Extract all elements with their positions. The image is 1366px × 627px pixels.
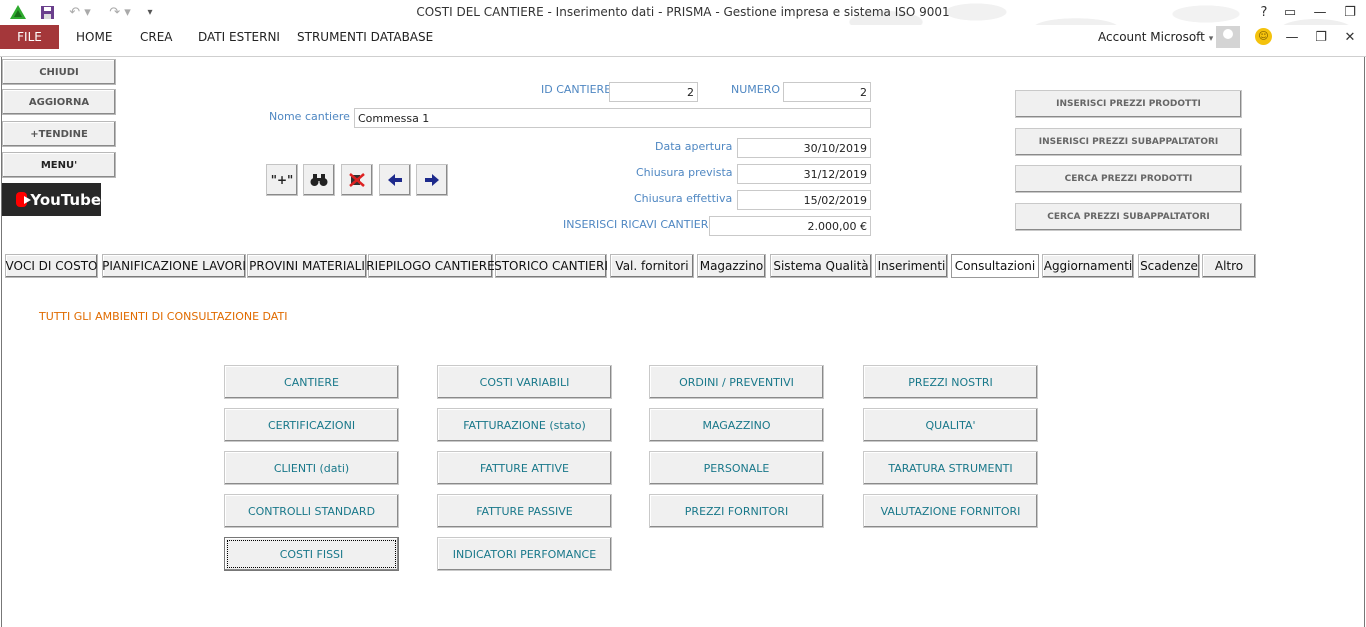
youtube-button[interactable]: YouTube [2, 183, 101, 216]
add-record-button[interactable]: "+" [266, 164, 298, 196]
personale-button[interactable]: PERSONALE [649, 451, 824, 485]
minimize-button[interactable]: — [1306, 2, 1334, 22]
youtube-play-icon [16, 192, 32, 207]
cerca-prezzi-prodotti-button[interactable]: CERCA PREZZI PRODOTTI [1015, 165, 1242, 193]
fatture-attive-button[interactable]: FATTURE ATTIVE [437, 451, 612, 485]
window-title: COSTI DEL CANTIERE - Inserimento dati - … [416, 5, 950, 19]
cerca-prezzi-subappaltatori-button[interactable]: CERCA PREZZI SUBAPPALTATORI [1015, 203, 1242, 231]
fatturazione-stato-button[interactable]: FATTURAZIONE (stato) [437, 408, 612, 442]
next-record-icon[interactable] [416, 164, 448, 196]
tab-strumenti-database[interactable]: STRUMENTI DATABASE [297, 30, 433, 44]
controlli-standard-button[interactable]: CONTROLLI STANDARD [224, 494, 399, 528]
qualita-button[interactable]: QUALITA' [863, 408, 1038, 442]
id-cantiere-label: ID CANTIERE [541, 83, 612, 96]
id-cantiere-field[interactable]: 2 [609, 82, 698, 102]
tab-storico-cantieri[interactable]: STORICO CANTIERI [494, 254, 608, 278]
chiudi-button[interactable]: CHIUDI [2, 59, 116, 85]
fatture-passive-button[interactable]: FATTURE PASSIVE [437, 494, 612, 528]
tab-magazzino[interactable]: Magazzino [697, 254, 766, 278]
tab-home[interactable]: HOME [76, 30, 112, 44]
minimize-document-button[interactable]: — [1278, 27, 1306, 47]
inserisci-prezzi-subappaltatori-button[interactable]: INSERISCI PREZZI SUBAPPALTATORI [1015, 128, 1242, 156]
chiusura-effettiva-label: Chiusura effettiva [634, 192, 733, 205]
numero-label: NUMERO [731, 83, 781, 96]
close-document-button[interactable]: ✕ [1336, 27, 1364, 47]
tab-provini-materiali[interactable]: PROVINI MATERIALI [247, 254, 367, 278]
magazzino-button[interactable]: MAGAZZINO [649, 408, 824, 442]
tendine-button[interactable]: +TENDINE [2, 121, 116, 147]
tab-altro[interactable]: Altro [1202, 254, 1256, 278]
restore-button[interactable]: ❐ [1336, 2, 1364, 22]
tab-scadenze[interactable]: Scadenze [1138, 254, 1200, 278]
help-button[interactable]: ? [1250, 2, 1278, 22]
data-apertura-field[interactable]: 30/10/2019 [737, 138, 871, 158]
cantiere-button[interactable]: CANTIERE [224, 365, 399, 399]
tab-aggiornamenti[interactable]: Aggiornamenti [1042, 254, 1134, 278]
tab-val-fornitori[interactable]: Val. fornitori [610, 254, 694, 278]
search-binoculars-icon[interactable] [303, 164, 335, 196]
aggiorna-button[interactable]: AGGIORNA [2, 89, 116, 115]
file-tab[interactable]: FILE [0, 25, 59, 49]
tab-dati-esterni[interactable]: DATI ESTERNI [198, 30, 280, 44]
tab-riepilogo-cantiere[interactable]: RIEPILOGO CANTIERE [366, 254, 495, 278]
numero-field[interactable]: 2 [783, 82, 871, 102]
restore-document-button[interactable]: ❐ [1307, 27, 1335, 47]
prezzi-fornitori-button[interactable]: PREZZI FORNITORI [649, 494, 824, 528]
certificazioni-button[interactable]: CERTIFICAZIONI [224, 408, 399, 442]
tab-sistema-qualita[interactable]: Sistema Qualità [770, 254, 872, 278]
tab-pianificazione-lavori[interactable]: PIANIFICAZIONE LAVORI [102, 254, 246, 278]
delete-record-icon[interactable] [341, 164, 373, 196]
tab-crea[interactable]: CREA [140, 30, 173, 44]
indicatori-performance-button[interactable]: INDICATORI PERFOMANCE [437, 537, 612, 571]
menu-button[interactable]: MENU' [2, 152, 116, 178]
title-bar: ↶ ▾ ↷ ▾ ▾ COSTI DEL CANTIERE - Inserimen… [0, 0, 1366, 50]
section-title: TUTTI GLI AMBIENTI DI CONSULTAZIONE DATI [39, 310, 288, 323]
youtube-label: YouTube [30, 190, 101, 209]
feedback-smiley-icon[interactable]: ☺ [1255, 28, 1272, 45]
chiusura-prevista-label: Chiusura prevista [636, 166, 733, 179]
nome-cantiere-field[interactable]: Commessa 1 [354, 108, 871, 128]
costi-variabili-button[interactable]: COSTI VARIABILI [437, 365, 612, 399]
ordini-preventivi-button[interactable]: ORDINI / PREVENTIVI [649, 365, 824, 399]
costi-fissi-button[interactable]: COSTI FISSI [224, 537, 399, 571]
nome-cantiere-label: Nome cantiere [269, 110, 350, 123]
previous-record-icon[interactable] [379, 164, 411, 196]
tab-consultazioni[interactable]: Consultazioni [951, 254, 1039, 278]
tab-inserimenti[interactable]: Inserimenti [875, 254, 948, 278]
avatar[interactable] [1216, 26, 1240, 48]
ribbon-display-options-icon[interactable]: ▭ [1276, 2, 1304, 22]
chiusura-effettiva-field[interactable]: 15/02/2019 [737, 190, 871, 210]
valutazione-fornitori-button[interactable]: VALUTAZIONE FORNITORI [863, 494, 1038, 528]
taratura-strumenti-button[interactable]: TARATURA STRUMENTI [863, 451, 1038, 485]
clienti-dati-button[interactable]: CLIENTI (dati) [224, 451, 399, 485]
prezzi-nostri-button[interactable]: PREZZI NOSTRI [863, 365, 1038, 399]
data-apertura-label: Data apertura [655, 140, 733, 153]
account-menu[interactable]: Account Microsoft ▾ [1098, 30, 1213, 44]
ricavi-cantiere-field[interactable]: 2.000,00 € [709, 216, 871, 236]
chiusura-prevista-field[interactable]: 31/12/2019 [737, 164, 871, 184]
tab-voci-di-costo[interactable]: VOCI DI COSTO [5, 254, 98, 278]
inserisci-prezzi-prodotti-button[interactable]: INSERISCI PREZZI PRODOTTI [1015, 90, 1242, 118]
ricavi-cantiere-label: INSERISCI RICAVI CANTIERE [563, 218, 716, 231]
